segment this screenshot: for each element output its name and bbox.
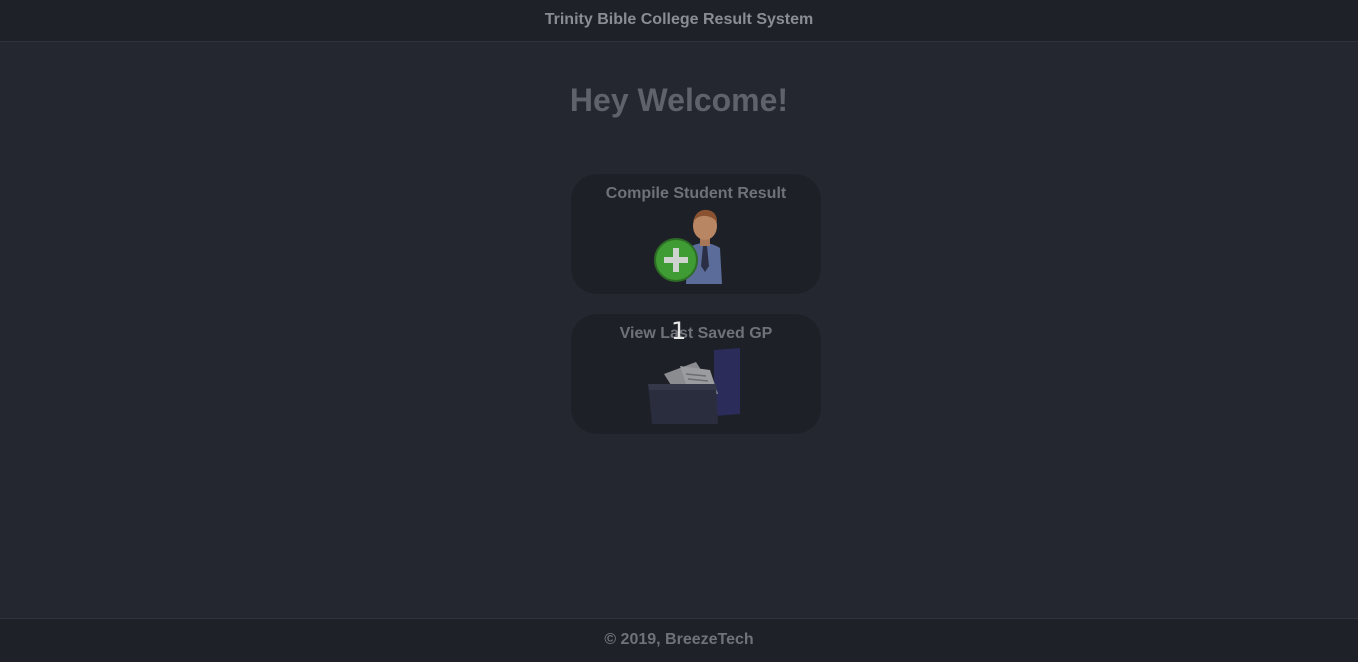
footer: © 2019, BreezeTech <box>0 618 1358 662</box>
welcome-heading: Hey Welcome! <box>569 82 789 118</box>
top-bar: Trinity Bible College Result System <box>0 0 1358 42</box>
compile-student-result-label: Compile Student Result <box>605 185 787 202</box>
compile-student-result-card[interactable]: Compile Student Result <box>571 174 821 294</box>
text-cursor: 1 <box>671 317 687 345</box>
footer-copyright: © 2019, BreezeTech <box>604 631 754 648</box>
view-last-saved-gp-label: View Last Saved GP <box>619 325 773 342</box>
app-title: Trinity Bible College Result System <box>544 11 814 28</box>
view-last-saved-gp-card[interactable]: View Last Saved GP <box>571 314 821 434</box>
folder-documents-icon <box>648 348 740 424</box>
add-student-icon <box>654 209 722 284</box>
